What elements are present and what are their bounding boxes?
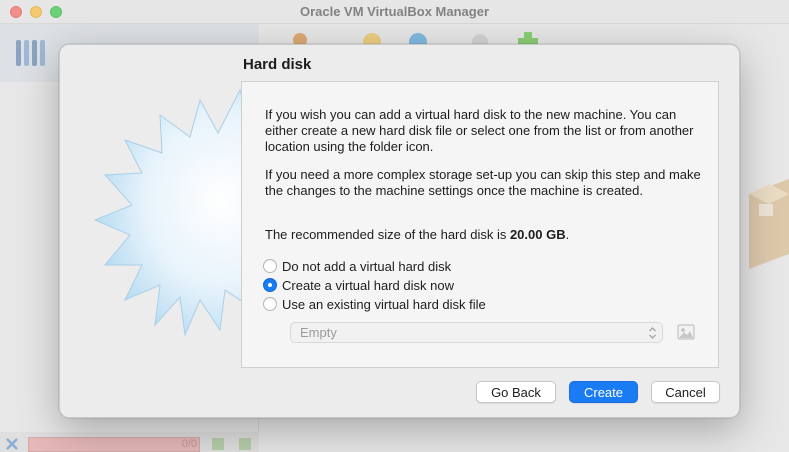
hard-disk-wizard-dialog: Hard disk If you wish you can add a virt…	[59, 44, 740, 418]
recommended-size-value: 20.00 GB	[509, 227, 566, 242]
recommended-size-suffix: .	[565, 227, 570, 242]
option-label: Create a virtual hard disk now	[282, 277, 454, 293]
existing-disk-select-value: Empty	[300, 325, 337, 340]
wizard-content-panel: If you wish you can add a virtual hard d…	[241, 81, 719, 368]
create-button[interactable]: Create	[569, 381, 638, 403]
intro-paragraph: If you wish you can add a virtual hard d…	[265, 107, 694, 154]
option-label: Do not add a virtual hard disk	[282, 258, 452, 274]
cancel-button[interactable]: Cancel	[651, 381, 720, 403]
option-label: Use an existing virtual hard disk file	[282, 296, 486, 312]
advanced-storage-paragraph: If you need a more complex storage set-u…	[265, 167, 701, 198]
radio-button[interactable]	[263, 297, 277, 311]
option-use-existing-hard-disk[interactable]: Use an existing virtual hard disk file	[263, 295, 486, 313]
option-no-hard-disk[interactable]: Do not add a virtual hard disk	[263, 257, 451, 275]
radio-button-selected[interactable]	[263, 278, 277, 292]
chevron-up-down-icon	[649, 327, 656, 339]
recommended-size-prefix: The recommended size of the hard disk is	[265, 227, 510, 242]
recommended-size-text: The recommended size of the hard disk is…	[265, 227, 705, 243]
existing-disk-select[interactable]: Empty	[290, 322, 663, 343]
radio-button[interactable]	[263, 259, 277, 273]
dialog-title: Hard disk	[243, 56, 312, 73]
option-create-hard-disk[interactable]: Create a virtual hard disk now	[263, 276, 454, 294]
choose-disk-file-icon[interactable]	[676, 323, 696, 341]
go-back-button[interactable]: Go Back	[476, 381, 556, 403]
